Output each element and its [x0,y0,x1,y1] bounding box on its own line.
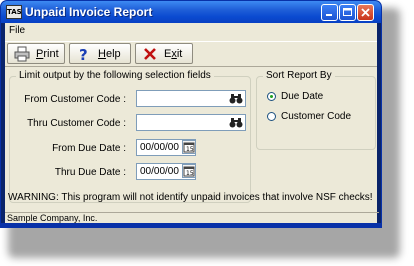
exit-x-icon [142,46,158,62]
report-window: TAS Unpaid Invoice Report File Print ? H… [1,1,381,227]
radio-button[interactable] [267,112,276,121]
thru-customer-label: Thru Customer Code : [27,118,126,129]
from-due-date-label: From Due Date : [52,143,126,154]
from-customer-label: From Customer Code : [24,94,126,105]
radio-button-selected[interactable] [267,92,276,101]
close-icon [361,8,370,17]
sort-option-label: Due Date [281,91,324,102]
thru-due-date-label: Thru Due Date : [54,167,126,178]
minimize-icon [326,14,332,16]
close-button[interactable] [357,4,374,21]
help-label: Help [98,47,121,60]
maximize-button[interactable] [339,4,356,21]
window-title: Unpaid Invoice Report [25,5,153,19]
binoculars-icon[interactable] [228,115,243,130]
svg-text:15: 15 [186,170,194,177]
limit-output-group: Limit output by the following selection … [9,70,251,203]
minimize-button[interactable] [321,4,338,21]
maximize-icon [343,8,352,16]
sort-option-label: Customer Code [281,111,352,122]
client-area: File Print ? Help Exit Limit output by t… [5,23,379,223]
binoculars-icon[interactable] [228,91,243,106]
app-icon: TAS [6,5,22,19]
sort-option-customer-code[interactable]: Customer Code [267,111,351,122]
sort-group-title: Sort Report By [263,70,335,81]
calendar-icon[interactable]: 15 [182,140,196,154]
limit-group-title: Limit output by the following selection … [16,70,214,81]
menu-file[interactable]: File [9,25,25,36]
exit-label: Exit [164,47,183,60]
sort-report-group: Sort Report By Due Date Customer Code [256,70,376,150]
help-button[interactable]: ? Help [69,43,131,64]
print-label: Print [36,47,59,60]
printer-icon [14,46,30,62]
nsf-warning-text: WARNING: This program will not identify … [8,192,373,203]
window-bottom-border [1,223,381,227]
svg-text:15: 15 [186,146,194,153]
calendar-icon[interactable]: 15 [182,164,196,178]
print-button[interactable]: Print [7,43,65,64]
title-bar[interactable]: TAS Unpaid Invoice Report [1,1,381,23]
menu-bar: File [5,23,377,39]
exit-button[interactable]: Exit [135,43,193,64]
sort-option-due-date[interactable]: Due Date [267,91,323,102]
toolbar: Print ? Help Exit [5,41,377,67]
question-icon: ? [76,46,92,64]
svg-text:?: ? [79,46,88,62]
